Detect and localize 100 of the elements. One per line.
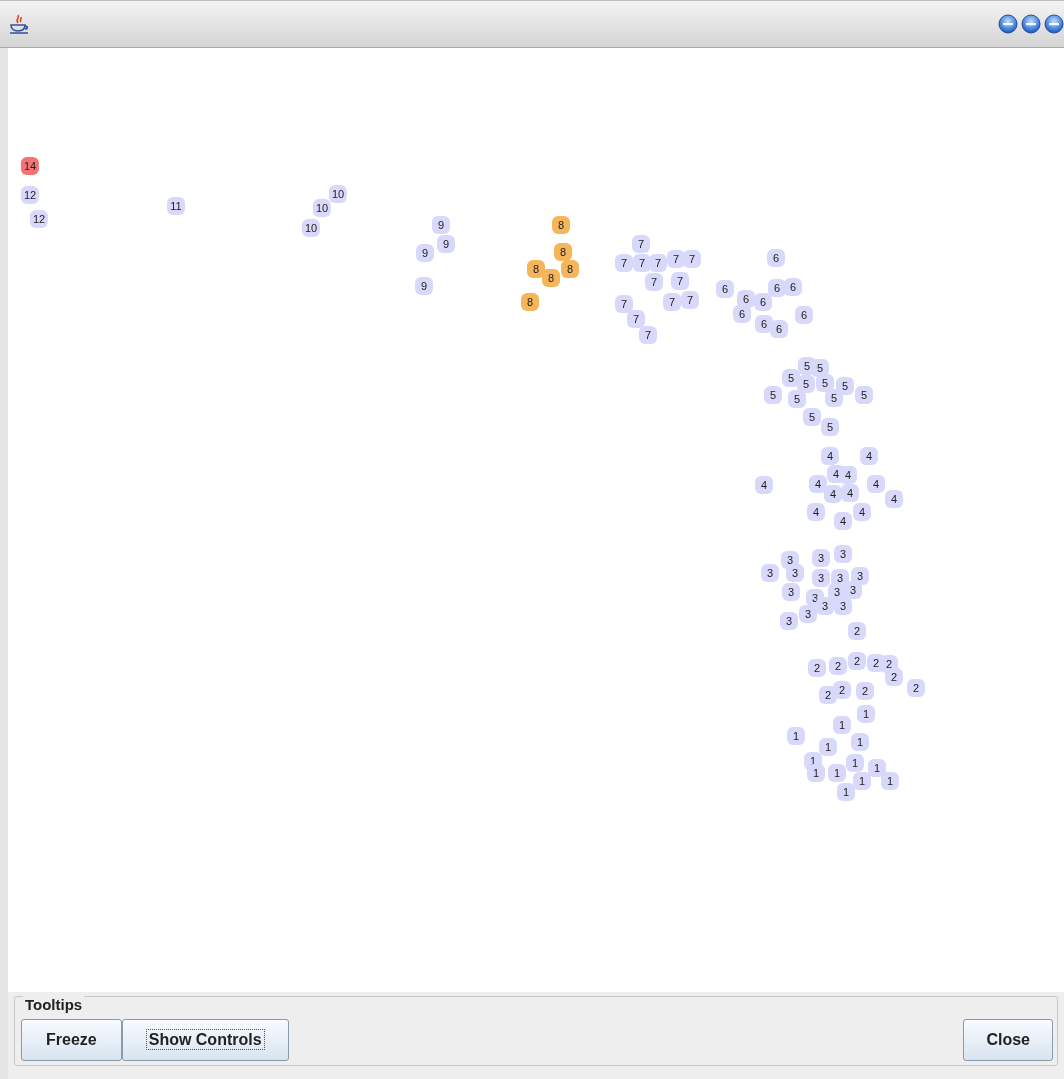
graph-node: 8 [527, 260, 545, 278]
graph-node: 7 [645, 273, 663, 291]
graph-node: 6 [767, 249, 785, 267]
window-control-icon[interactable] [1021, 14, 1041, 34]
graph-node: 3 [780, 612, 798, 630]
graph-node: 1 [807, 764, 825, 782]
toggle-button[interactable]: Show Controls [121, 1019, 289, 1061]
graph-node: 7 [671, 272, 689, 290]
graph-node: 4 [821, 447, 839, 465]
graph-node: 8 [554, 243, 572, 261]
graph-node: 7 [683, 250, 701, 268]
java-cup-icon [8, 13, 30, 35]
graph-node: 7 [615, 295, 633, 313]
graph-node: 3 [812, 549, 830, 567]
graph-node: 3 [761, 564, 779, 582]
graph-node: 1 [857, 705, 875, 723]
graph-node: 4 [853, 503, 871, 521]
graph-node: 3 [812, 569, 830, 587]
window-control-icon[interactable] [1044, 14, 1064, 34]
graph-node: 6 [795, 306, 813, 324]
graph-node: 4 [860, 447, 878, 465]
graph-node: 7 [627, 310, 645, 328]
graph-node: 3 [844, 581, 862, 599]
graph-node: 4 [807, 503, 825, 521]
graph-node: 10 [328, 185, 348, 203]
graph-node: 1 [837, 783, 855, 801]
graph-node: 1 [846, 754, 864, 772]
graph-node: 9 [416, 244, 434, 262]
graph-node: 7 [639, 326, 657, 344]
graph-node: 3 [834, 597, 852, 615]
panel-title: Tooltips [23, 996, 85, 1013]
graph-node: 2 [880, 655, 898, 673]
graph-node: 2 [907, 679, 925, 697]
graph-node: 9 [437, 235, 455, 253]
graph-node: 7 [615, 254, 633, 272]
graph-node: 5 [821, 418, 839, 436]
graph-node: 5 [811, 359, 829, 377]
graph-node: 5 [764, 386, 782, 404]
graph-node: 4 [809, 475, 827, 493]
graph-node: 12 [20, 186, 40, 204]
graph-node: 5 [816, 374, 834, 392]
graph-node: 5 [797, 375, 815, 393]
graph-node: 1 [819, 738, 837, 756]
graph-node: 4 [867, 475, 885, 493]
graph-node: 7 [649, 254, 667, 272]
graph-node: 9 [432, 216, 450, 234]
graph-node: 1 [851, 733, 869, 751]
graph-node: 1 [853, 772, 871, 790]
graph-node: 3 [782, 583, 800, 601]
graph-node: 4 [824, 485, 842, 503]
graph-node: 5 [836, 377, 854, 395]
graph-node: 5 [788, 390, 806, 408]
graph-node: 3 [786, 564, 804, 582]
graph-node: 3 [851, 567, 869, 585]
graph-node: 6 [716, 280, 734, 298]
graph-node: 9 [415, 277, 433, 295]
graph-node: 7 [633, 254, 651, 272]
graph-node: 11 [167, 197, 185, 215]
graph-node: 4 [834, 512, 852, 530]
graph-node: 1 [828, 764, 846, 782]
graph-node: 14 [20, 157, 40, 175]
graph-node: 4 [841, 484, 859, 502]
graph-node: 1 [833, 716, 851, 734]
graph-node: 2 [856, 682, 874, 700]
graph-node: 2 [808, 659, 826, 677]
toggle-button[interactable]: Freeze [21, 1019, 122, 1061]
graph-node: 5 [855, 386, 873, 404]
graph-node: 5 [803, 408, 821, 426]
graph-node: 2 [833, 681, 851, 699]
graph-node: 6 [733, 305, 751, 323]
graph-node: 6 [737, 290, 755, 308]
graph-node: 6 [754, 293, 772, 311]
close-button[interactable]: Close [963, 1019, 1053, 1061]
graph-node: 6 [770, 320, 788, 338]
graph-node: 8 [521, 293, 539, 311]
graph-node: 5 [825, 389, 843, 407]
graph-node: 1 [881, 772, 899, 790]
graph-node: 3 [834, 545, 852, 563]
graph-node: 1 [868, 759, 886, 777]
graph-node: 5 [782, 369, 800, 387]
graph-node: 7 [663, 293, 681, 311]
graph-node: 7 [681, 291, 699, 309]
graph-node: 10 [312, 199, 332, 217]
graph-node: 8 [552, 216, 570, 234]
window-control-icon[interactable] [998, 14, 1018, 34]
graph-node: 7 [667, 250, 685, 268]
graph-node: 2 [848, 622, 866, 640]
graph-node: 3 [799, 605, 817, 623]
graph-node: 12 [29, 210, 49, 228]
graph-node: 2 [848, 652, 866, 670]
graph-node: 6 [768, 279, 786, 297]
graph-node: 8 [561, 260, 579, 278]
graph-node: 6 [755, 315, 773, 333]
graph-node: 1 [787, 727, 805, 745]
graph-node: 4 [755, 476, 773, 494]
graph-node: 10 [301, 219, 321, 237]
graph-node: 8 [542, 269, 560, 287]
graph-node: 7 [632, 235, 650, 253]
graph-node: 4 [839, 466, 857, 484]
graph-node: 4 [885, 490, 903, 508]
